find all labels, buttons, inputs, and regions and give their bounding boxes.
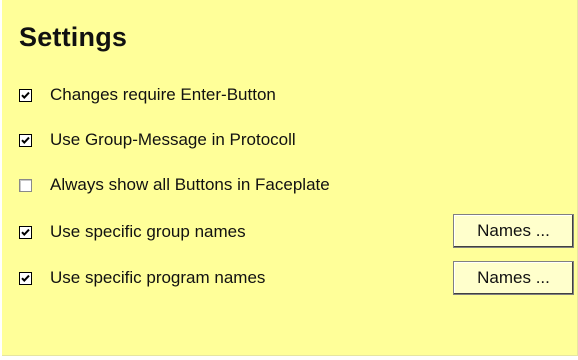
checkbox-enter-button[interactable] [19, 88, 32, 102]
setting-row-show-all-buttons[interactable]: Always show all Buttons in Faceplate [19, 173, 330, 197]
setting-label: Changes require Enter-Button [50, 85, 276, 104]
check-mark-icon [21, 136, 30, 144]
checkbox-program-names[interactable] [19, 271, 32, 285]
setting-row-enter-button[interactable]: Changes require Enter-Button [19, 83, 276, 107]
checkbox-show-all-buttons[interactable] [19, 178, 32, 192]
check-mark-icon [21, 274, 30, 282]
setting-label: Always show all Buttons in Faceplate [50, 175, 330, 194]
check-mark-icon [21, 91, 30, 99]
setting-label: Use specific group names [50, 222, 246, 241]
setting-row-program-names[interactable]: Use specific program names [19, 266, 265, 290]
checkbox-group-names[interactable] [19, 225, 32, 239]
group-names-button[interactable]: Names ... [453, 214, 574, 248]
panel-title: Settings [19, 22, 128, 52]
setting-label: Use Group-Message in Protocoll [50, 130, 296, 149]
setting-row-group-message[interactable]: Use Group-Message in Protocoll [19, 128, 296, 152]
check-mark-icon [21, 228, 30, 236]
program-names-button[interactable]: Names ... [453, 261, 574, 295]
setting-label: Use specific program names [50, 268, 266, 287]
checkbox-group-message[interactable] [19, 133, 32, 147]
settings-panel: Settings Changes require Enter-Button Us… [2, 0, 578, 356]
setting-row-group-names[interactable]: Use specific group names [19, 220, 246, 244]
